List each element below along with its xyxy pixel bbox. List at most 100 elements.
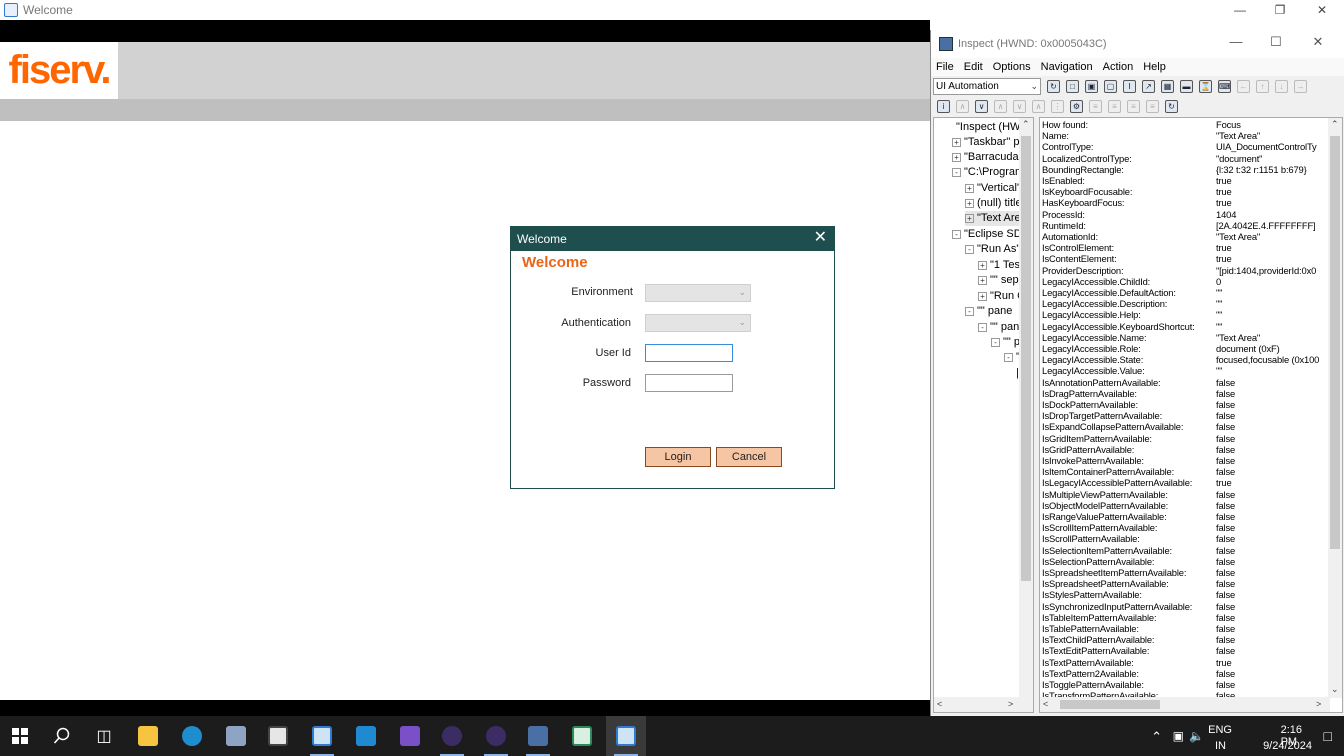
arrow-up-icon[interactable]: ↑: [1256, 79, 1269, 93]
close-icon[interactable]: ✕: [1302, 0, 1342, 20]
list-icon[interactable]: ≡: [1108, 99, 1121, 113]
property-row[interactable]: IsStylesPatternAvailable: false: [1042, 589, 1332, 600]
menu-navigation[interactable]: Navigation: [1041, 61, 1093, 73]
notepad-button[interactable]: [562, 716, 602, 756]
property-row[interactable]: LegacyIAccessible.Name: "Text Area": [1042, 332, 1332, 343]
property-row[interactable]: LegacyIAccessible.Value: "": [1042, 365, 1332, 376]
clock-date[interactable]: 9/24/2024: [1263, 740, 1312, 752]
property-row[interactable]: IsGridPatternAvailable: false: [1042, 444, 1332, 455]
expand-icon[interactable]: +: [978, 291, 987, 301]
property-row[interactable]: IsExpandCollapsePatternAvailable: false: [1042, 421, 1332, 432]
settings-icon[interactable]: ⚙: [1070, 99, 1083, 113]
cancel-button[interactable]: Cancel: [716, 447, 782, 467]
expand-icon[interactable]: +: [978, 260, 987, 270]
password-input[interactable]: [645, 374, 733, 392]
property-row[interactable]: IsScrollPatternAvailable: false: [1042, 533, 1332, 544]
property-row[interactable]: IsTablePatternAvailable: false: [1042, 623, 1332, 634]
collapse-icon[interactable]: -: [1004, 352, 1013, 362]
keyboard-icon[interactable]: ⌨: [1218, 79, 1231, 93]
arrow-down-icon[interactable]: ↓: [1275, 79, 1288, 93]
property-row[interactable]: IsRangeValuePatternAvailable: false: [1042, 511, 1332, 522]
property-row[interactable]: IsDragPatternAvailable: false: [1042, 388, 1332, 399]
tree-node[interactable]: + (null) title: [965, 196, 1022, 211]
restore-icon[interactable]: ❐: [1260, 0, 1300, 20]
environment-select[interactable]: ⌄: [645, 284, 751, 302]
language-indicator[interactable]: ENG: [1208, 724, 1232, 736]
app-button[interactable]: [216, 716, 256, 756]
property-row[interactable]: LegacyIAccessible.State: focused,focusabl…: [1042, 354, 1332, 365]
property-row[interactable]: IsInvokePatternAvailable: false: [1042, 455, 1332, 466]
tree-node[interactable]: + "1 Test: [978, 258, 1023, 273]
property-row[interactable]: HasKeyboardFocus: true: [1042, 197, 1332, 208]
menu-edit[interactable]: Edit: [964, 61, 983, 73]
property-row[interactable]: AutomationId: "Text Area": [1042, 231, 1332, 242]
property-row[interactable]: LocalizedControlType: "document": [1042, 153, 1332, 164]
property-row[interactable]: LegacyIAccessible.Description: "": [1042, 298, 1332, 309]
property-row[interactable]: LegacyIAccessible.KeyboardShortcut: "": [1042, 321, 1332, 332]
menu-help[interactable]: Help: [1143, 61, 1166, 73]
expand-icon[interactable]: +: [952, 152, 961, 162]
property-row[interactable]: LegacyIAccessible.ChildId: 0: [1042, 276, 1332, 287]
scroll-right-icon[interactable]: >: [1316, 699, 1321, 709]
terminal-button[interactable]: [258, 716, 298, 756]
expand-icon[interactable]: +: [965, 198, 974, 208]
collapse-icon[interactable]: -: [991, 337, 1000, 347]
tree-view-icon[interactable]: ⋮: [1051, 99, 1064, 113]
eclipse-2-button[interactable]: [476, 716, 516, 756]
element-tree[interactable]: "Inspect (HWND + "Taskbar" pa + "Barracuda…: [933, 117, 1034, 713]
scroll-left-icon[interactable]: <: [1043, 699, 1048, 709]
tree-node[interactable]: + "Vertical": [965, 181, 1021, 196]
property-row[interactable]: IsDropTargetPatternAvailable: false: [1042, 410, 1332, 421]
tree-node[interactable]: - "" p: [991, 335, 1020, 350]
rectangle-icon[interactable]: ▬: [1180, 79, 1193, 93]
caret-icon[interactable]: I: [1123, 79, 1136, 93]
task-view-button[interactable]: ◫: [84, 716, 124, 756]
minimize-icon[interactable]: —: [1220, 0, 1260, 20]
login-button[interactable]: Login: [645, 447, 711, 467]
collapse-icon[interactable]: -: [952, 167, 961, 177]
edit-icon[interactable]: ≡: [1089, 99, 1102, 113]
tree-node[interactable]: - "Run As": [965, 242, 1020, 257]
tree-node[interactable]: - "" pane: [965, 304, 1012, 319]
region-indicator[interactable]: IN: [1215, 740, 1226, 752]
tree-node[interactable]: - "Eclipse SDK: [952, 227, 1029, 242]
tree-child-icon[interactable]: ∨: [975, 99, 988, 113]
info-icon[interactable]: i: [937, 99, 950, 113]
notification-icon[interactable]: □: [1324, 728, 1332, 744]
tree-node[interactable]: + "" sepa: [978, 273, 1025, 288]
sync-icon[interactable]: ↻: [1165, 99, 1178, 113]
collapse-icon[interactable]: -: [952, 229, 961, 239]
properties-pane[interactable]: How found: Focus Name: "Text Area" ControlTy…: [1039, 117, 1343, 713]
scroll-down-icon[interactable]: ⌄: [1331, 684, 1339, 695]
properties-horizontal-scrollbar[interactable]: < >: [1040, 697, 1330, 712]
mode-select[interactable]: UI Automation ⌄: [933, 77, 1041, 95]
menu-action[interactable]: Action: [1103, 61, 1134, 73]
property-row[interactable]: IsLegacyIAccessiblePatternAvailable: true: [1042, 477, 1332, 488]
property-row[interactable]: IsSynchronizedInputPatternAvailable: fals…: [1042, 601, 1332, 612]
property-row[interactable]: IsMultipleViewPatternAvailable: false: [1042, 489, 1332, 500]
property-row[interactable]: IsTogglePatternAvailable: false: [1042, 679, 1332, 690]
property-row[interactable]: ProviderDescription: "[pid:1404,providerI…: [1042, 265, 1332, 276]
property-row[interactable]: IsTextPatternAvailable: true: [1042, 657, 1332, 668]
property-row[interactable]: LegacyIAccessible.Role: document (0xF): [1042, 343, 1332, 354]
property-row[interactable]: IsEnabled: true: [1042, 175, 1332, 186]
tree-node[interactable]: - "C:\Program: [952, 165, 1024, 180]
eclipse-button[interactable]: [432, 716, 472, 756]
hourglass-icon[interactable]: ⌛: [1199, 79, 1212, 93]
property-row[interactable]: LegacyIAccessible.Help: "": [1042, 309, 1332, 320]
welcome-app-button[interactable]: [302, 716, 342, 756]
scrollbar-thumb[interactable]: [1021, 136, 1031, 581]
property-row[interactable]: IsTableItemPatternAvailable: false: [1042, 612, 1332, 623]
focus-icon[interactable]: ▢: [1104, 79, 1117, 93]
tree-node-selected[interactable]: + "Text Are: [965, 211, 1021, 226]
arrow-left-icon[interactable]: ←: [1237, 79, 1250, 93]
refresh-icon[interactable]: ↻: [1047, 79, 1060, 93]
scroll-right-icon[interactable]: >: [1008, 699, 1013, 709]
property-row[interactable]: IsSpreadsheetItemPatternAvailable: false: [1042, 567, 1332, 578]
property-row[interactable]: IsDockPatternAvailable: false: [1042, 399, 1332, 410]
property-row[interactable]: RuntimeId: [2A.4042E.4.FFFFFFFF]: [1042, 220, 1332, 231]
copy-icon[interactable]: □: [1066, 79, 1079, 93]
scroll-up-icon[interactable]: ⌃: [1331, 119, 1339, 130]
property-row[interactable]: IsTextChildPatternAvailable: false: [1042, 634, 1332, 645]
tree-vertical-scrollbar[interactable]: ⌃: [1019, 118, 1033, 698]
